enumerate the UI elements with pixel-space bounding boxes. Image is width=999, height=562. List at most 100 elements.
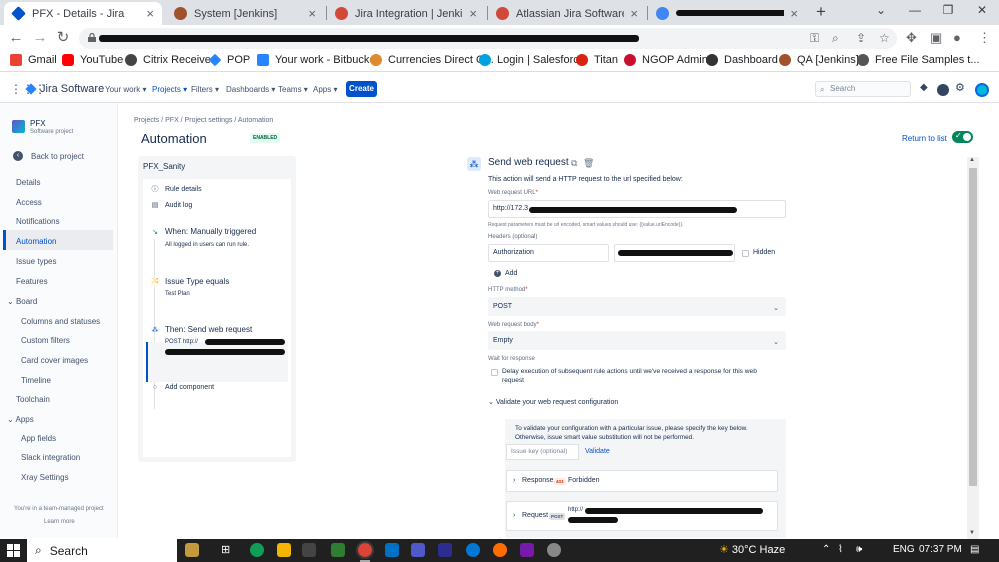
request-body-select[interactable]: Empty⌄ [488,331,786,350]
close-tab-icon[interactable]: × [630,6,638,21]
menu-icon[interactable]: ⋮ [978,30,991,46]
close-window-button[interactable]: ✕ [972,3,992,17]
sidebar-item-columns[interactable]: Columns and statuses [21,317,100,326]
bookmark-salesforce[interactable]: Login | Salesforce [479,54,585,66]
browser-tab-jira[interactable]: PFX - Details - Jira × [4,2,162,25]
sidebar-item-details[interactable]: Details [16,178,40,187]
sidebar-item-xray[interactable]: Xray Settings [21,473,69,482]
address-bar[interactable]: ⚿ ⌕ ⇪ ☆ [79,28,897,49]
sidebar-group-board[interactable]: ⌄ Board [7,297,37,306]
add-header-button[interactable]: +Add [494,270,517,277]
nav-filters[interactable]: Filters ▾ [191,85,219,94]
bookmark-pop[interactable]: POP [209,54,250,66]
onenote-icon[interactable] [520,543,534,557]
language-indicator[interactable]: ENG [893,544,915,555]
scrollbar-thumb[interactable] [969,168,977,486]
sidebar-item-issue-types[interactable]: Issue types [16,257,56,266]
close-tab-icon[interactable]: × [790,6,798,21]
file-explorer-icon[interactable] [277,543,291,557]
help-icon[interactable] [937,84,949,96]
bookmark-qa-jenkins[interactable]: QA [Jenkins] [779,54,859,66]
browser-tab-jenkins[interactable]: System [Jenkins] × [166,2,324,25]
browser-tab-google[interactable]: × [648,2,806,25]
chrome-icon[interactable] [358,543,372,557]
maximize-button[interactable]: ❐ [938,3,958,17]
app-icon[interactable] [466,543,480,557]
key-icon[interactable]: ⚿ [810,31,819,46]
bookmark-titan[interactable]: Titan [576,54,618,66]
audit-log-link[interactable]: ▤Audit log [151,201,192,209]
trash-icon[interactable]: 🗑 [583,158,594,169]
request-row[interactable]: › Request POST http:// [506,501,778,531]
header-key-input[interactable]: Authorization [488,244,609,262]
http-method-select[interactable]: POST⌄ [488,297,786,316]
sidebar-item-slack[interactable]: Slack integration [21,453,80,462]
avatar[interactable] [975,83,989,97]
outlook-icon[interactable] [385,543,399,557]
bookmark-gmail[interactable]: Gmail [10,54,57,66]
rule-enabled-toggle[interactable]: ✓ [952,131,973,143]
action-component[interactable]: ⁂Then: Send web request [151,325,252,334]
close-tab-icon[interactable]: × [146,6,154,21]
hidden-checkbox[interactable] [742,250,749,257]
tray-overflow-icon[interactable]: ⌃ [822,544,830,555]
create-button[interactable]: Create [346,81,377,97]
close-tab-icon[interactable]: × [469,6,477,21]
windows-start-icon[interactable] [7,544,20,557]
nav-dashboards[interactable]: Dashboards ▾ [226,85,275,94]
intellij-icon[interactable] [438,543,452,557]
share-icon[interactable]: ⇪ [856,31,866,45]
bookmark-dashboard[interactable]: Dashboard [706,54,778,66]
learn-more-link[interactable]: Learn more [44,519,75,525]
nav-projects[interactable]: Projects ▾ [152,85,187,94]
nav-your-work[interactable]: Your work ▾ [105,85,147,94]
tab-search-icon[interactable]: ⌄ [871,3,891,17]
copy-icon[interactable]: ⧉ [571,158,577,169]
bookmark-free-file-samples[interactable]: Free File Samples t... [857,54,980,66]
breadcrumb[interactable]: Projects / PFX / Project settings / Auto… [134,117,273,124]
new-tab-button[interactable]: + [812,2,830,22]
store-icon[interactable] [302,543,316,557]
sidebar-item-timeline[interactable]: Timeline [21,376,51,385]
minimize-button[interactable]: — [905,3,925,17]
volume-icon[interactable]: 🕪 [856,544,862,555]
sidebar-item-access[interactable]: Access [16,198,42,207]
sidebar-item-custom-filters[interactable]: Custom filters [21,336,70,345]
browser-tab-jira-integration[interactable]: Jira Integration | Jenkins plug × [327,2,485,25]
teams-icon[interactable] [411,543,425,557]
scroll-down-arrow-icon[interactable]: ▼ [969,530,975,536]
bookmark-citrix[interactable]: Citrix Receiver [125,54,215,66]
postman-icon[interactable] [493,543,507,557]
response-row[interactable]: › Response 403 Forbidden [506,470,778,492]
settings-gear-icon[interactable]: ⚙ [955,81,967,93]
nav-teams[interactable]: Teams ▾ [278,85,308,94]
taskbar-search-box[interactable]: ⌕Search [27,539,177,562]
side-panel-icon[interactable]: ▣ [930,30,942,46]
taskbar-briefcase-icon[interactable] [185,543,199,557]
close-tab-icon[interactable]: × [308,6,316,21]
add-component-button[interactable]: ○Add component [151,384,214,391]
edge-icon[interactable] [250,543,264,557]
app-icon[interactable] [547,543,561,557]
sidebar-item-card-cover[interactable]: Card cover images [21,356,88,365]
notifications-icon[interactable]: ◆ [920,82,932,94]
sidebar-item-toolchain[interactable]: Toolchain [16,395,50,404]
clock[interactable]: 07:37 PM [919,544,962,555]
excel-icon[interactable] [331,543,345,557]
rule-name[interactable]: PFX_Sanity [143,162,185,171]
jira-search-input[interactable]: ⌕Search [815,81,911,97]
reload-icon[interactable]: ↻ [55,30,71,46]
nav-apps[interactable]: Apps ▾ [313,85,337,94]
rule-details-link[interactable]: ⓘRule details [151,184,202,194]
zoom-icon[interactable]: ⌕ [832,31,839,46]
bookmark-currencies[interactable]: Currencies Direct O... [370,54,494,66]
jira-logo[interactable]: Jira Software [27,83,104,95]
sidebar-group-apps[interactable]: ⌄ Apps [7,415,34,424]
back-to-project-link[interactable]: ‹Back to project [13,151,84,161]
extensions-icon[interactable]: ✥ [906,30,917,46]
browser-tab-atlassian[interactable]: Atlassian Jira Software Cloud × [488,2,646,25]
trigger-component[interactable]: ↘When: Manually triggered [151,227,256,236]
bookmark-bitbucket[interactable]: Your work - Bitbucket [257,54,379,66]
sidebar-item-app-fields[interactable]: App fields [21,434,56,443]
scroll-up-arrow-icon[interactable]: ▲ [969,157,975,163]
